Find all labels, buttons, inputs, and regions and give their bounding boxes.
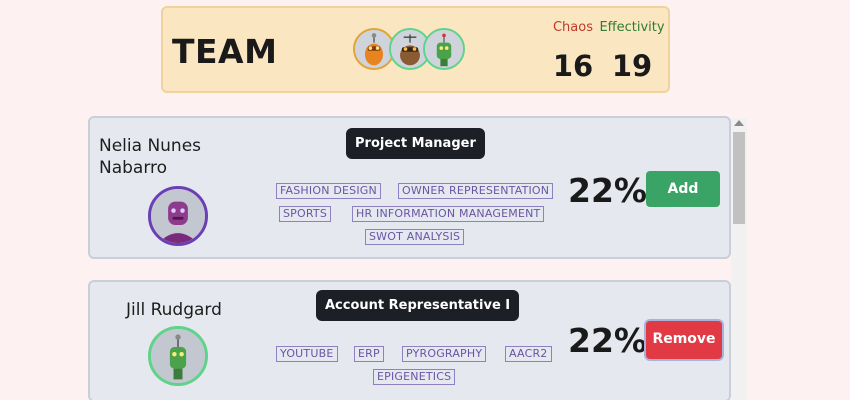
match-percent: 22%: [568, 321, 647, 360]
skill-tag: FASHION DESIGN: [276, 183, 381, 199]
team-summary-panel: TEAM Chaos 16 Effectivity 19: [161, 6, 670, 93]
skill-tag: EPIGENETICS: [373, 369, 456, 385]
member-name: Nelia Nunes Nabarro: [99, 136, 202, 178]
scroll-up-arrow-icon[interactable]: [734, 120, 744, 126]
member-list[interactable]: Nelia Nunes Nabarro Project Manager FASH…: [88, 115, 748, 400]
green-robot-avatar: [423, 28, 465, 70]
effectivity-value: 19: [611, 49, 653, 83]
chaos-value: 16: [552, 49, 594, 83]
team-avatar-stack: [353, 28, 473, 74]
remove-button[interactable]: Remove: [646, 321, 722, 359]
match-percent: 22%: [568, 171, 647, 210]
skill-tag: SPORTS: [279, 206, 332, 222]
effectivity-label: Effectivity: [599, 20, 665, 35]
skill-tag: YOUTUBE: [276, 346, 338, 362]
skill-tag: PYROGRAPHY: [402, 346, 487, 362]
member-card: Nelia Nunes Nabarro Project Manager FASH…: [88, 116, 731, 259]
chaos-label: Chaos: [552, 20, 593, 35]
skill-tag: HR INFORMATION MANAGEMENT: [352, 206, 545, 222]
skill-tag: ERP: [354, 346, 384, 362]
role-badge: Project Manager: [346, 128, 485, 159]
scrollbar-thumb[interactable]: [733, 132, 745, 224]
role-badge: Account Representative I: [316, 290, 520, 321]
scrollbar[interactable]: [731, 118, 747, 400]
skill-tag: AACR2: [505, 346, 552, 362]
add-button[interactable]: Add: [646, 171, 720, 207]
skill-tag: SWOT ANALYSIS: [365, 229, 465, 245]
green-robot-avatar: [148, 326, 208, 386]
purple-robot-avatar: [148, 186, 208, 246]
member-name: Jill Rudgard: [126, 300, 222, 320]
team-title: TEAM: [172, 32, 278, 71]
member-card: Jill Rudgard Account Representative I YO…: [88, 280, 731, 400]
skill-tag: OWNER REPRESENTATION: [398, 183, 554, 199]
effectivity-stat: Effectivity 19: [599, 20, 665, 83]
chaos-stat: Chaos 16: [551, 20, 595, 83]
